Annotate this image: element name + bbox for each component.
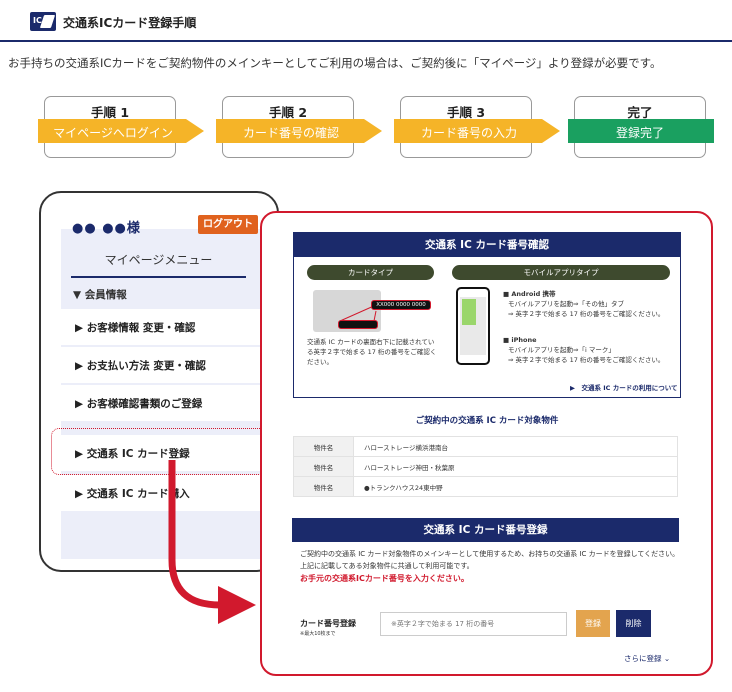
card-number-sample: XX000 0000 0000 0000 xyxy=(371,300,431,316)
card-number-input[interactable] xyxy=(380,612,567,636)
card-number-strip xyxy=(338,320,378,329)
step-1-label: マイページへログイン xyxy=(53,126,173,140)
menu-item-id-documents[interactable]: ▶ お客様確認書類のご登録 xyxy=(61,385,277,421)
step-2-label: カード番号の確認 xyxy=(242,126,339,140)
mypage-menu-title: マイページメニュー xyxy=(71,251,246,278)
confirm-title: 交通系 IC カード番号確認 xyxy=(294,233,680,257)
logout-button[interactable]: ログアウト xyxy=(198,215,258,234)
table-row: 物件名 ハローストレージ神田・秋葉原 xyxy=(293,456,678,477)
card-number-note: ※最大10枚まで xyxy=(300,631,336,637)
ic-card-number-confirm-box: 交通系 IC カード番号確認 カードタイプ モバイルアプリタイプ XX000 0… xyxy=(293,232,681,398)
register-desc-1: ご契約中の交通系 IC カード対象物件のメインキーとして使用するため、お持ちの交… xyxy=(300,550,680,558)
ic-card-icon: IC xyxy=(30,12,56,31)
step-complete-label: 登録完了 xyxy=(615,126,664,140)
register-button[interactable]: 登録 xyxy=(576,610,610,637)
delete-button[interactable]: 削除 xyxy=(616,610,651,637)
table-row: 物件名 ハローストレージ横浜港南台 xyxy=(293,436,678,457)
register-title: 交通系 IC カード番号登録 xyxy=(292,518,679,542)
mobile-type-label: モバイルアプリタイプ xyxy=(452,265,670,280)
register-desc-2: 上記に記載してある対象物件に共通して利用可能です。 xyxy=(300,562,474,570)
target-properties-table: 物件名 ハローストレージ横浜港南台 物件名 ハローストレージ神田・秋葉原 物件名 ●ト… xyxy=(293,436,678,497)
table-row: 物件名 ●トランクハウス24東中野 xyxy=(293,476,678,497)
smartphone-icon xyxy=(456,287,490,365)
target-properties-title: ご契約中の交通系 IC カード対象物件 xyxy=(415,416,559,426)
ic-card-usage-link[interactable]: ▶ 交通系 IC カードの利用について xyxy=(570,382,678,392)
register-warning: お手元の交通系ICカード番号を入力ください。 xyxy=(300,574,469,583)
menu-item-customer-info[interactable]: ▶ お客様情報 変更・確認 xyxy=(61,309,277,345)
card-desc: 交通系 IC カードの裏面右下に記載されている英字２字で始まる 17 桁の番号を… xyxy=(307,338,437,366)
intro-text: お手持ちの交通系ICカードをご契約物件のメインキーとしてご利用の場合は、ご契約後… xyxy=(8,56,662,70)
menu-item-payment[interactable]: ▶ お支払い方法 変更・確認 xyxy=(61,347,277,383)
add-more-link[interactable]: さらに登録 ⌄ xyxy=(624,653,670,664)
member-info-section[interactable]: ▼ 会員情報 xyxy=(73,287,127,302)
page-title: 交通系ICカード登録手順 xyxy=(63,16,197,30)
card-number-label: カード番号登録 xyxy=(300,619,356,628)
step-3-label: カード番号の入力 xyxy=(420,126,517,140)
card-type-label: カードタイプ xyxy=(307,265,434,280)
user-name: ●● ●●様 xyxy=(72,221,141,236)
page-header: IC 交通系ICカード登録手順 xyxy=(0,0,732,42)
red-arrow-icon xyxy=(168,460,256,624)
